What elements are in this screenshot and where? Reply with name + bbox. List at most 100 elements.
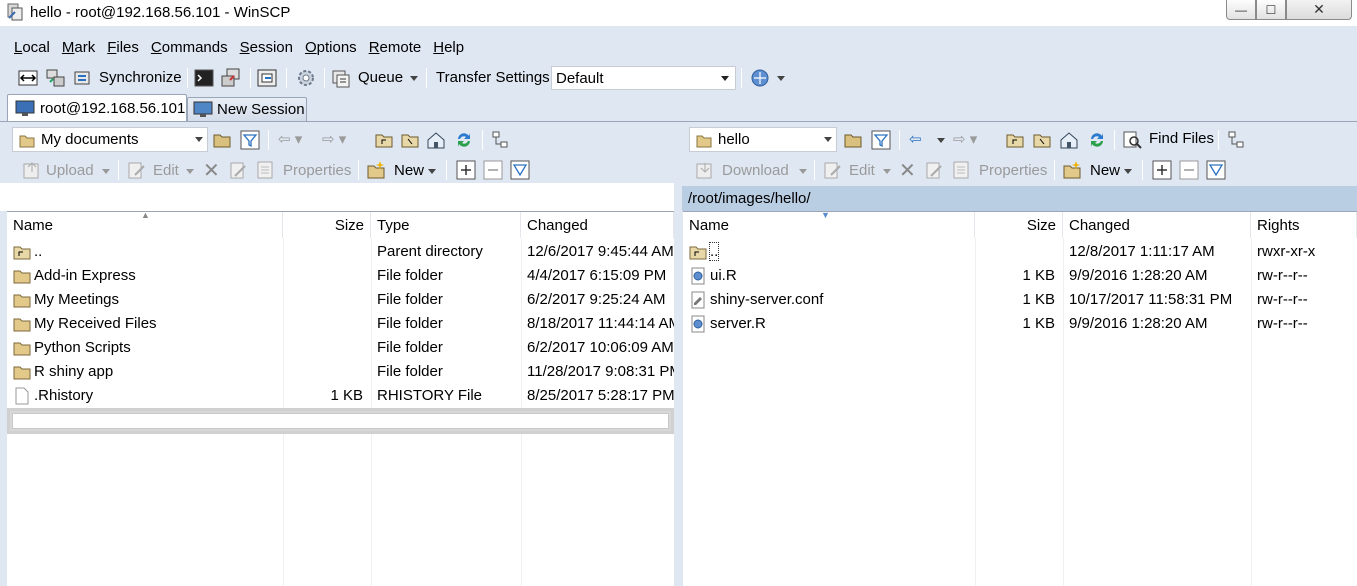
open-folder-icon[interactable] [212,130,232,150]
unselect-files-icon[interactable] [483,160,503,180]
filter-icon[interactable] [240,130,260,150]
table-row[interactable]: ui.R 1 KB 9/9/2016 1:28:20 AM rw-r--r-- [683,264,1357,288]
menu-remote[interactable]: Remote [363,38,428,58]
refresh-icon[interactable] [454,130,474,150]
menu-options[interactable]: Options [299,38,363,58]
queue-dropdown-icon[interactable] [410,76,418,81]
new-dropdown-icon[interactable] [428,169,436,174]
queue-button[interactable]: Queue [358,69,403,86]
synchronize-icon[interactable] [73,68,93,88]
menu-mark[interactable]: Mark [56,38,101,58]
properties-button[interactable]: Properties [979,162,1047,179]
close-button[interactable]: ✕ [1286,0,1352,20]
synchronize-button[interactable]: Synchronize [99,69,182,86]
console-icon[interactable] [194,68,214,88]
edit-dropdown-icon[interactable] [883,169,891,174]
upload-dropdown-icon[interactable] [102,169,110,174]
refresh-icon[interactable] [1087,130,1107,150]
unselect-files-icon[interactable] [1179,160,1199,180]
delete-icon[interactable]: ✕ [899,158,916,183]
local-col-changed[interactable]: Changed [521,212,674,238]
select-files-icon[interactable] [1152,160,1172,180]
transfer-settings-select[interactable]: Default [551,66,736,90]
edit-button[interactable]: Edit [153,162,179,179]
local-file-list[interactable]: Name ▲ Size Type Changed .. Parent direc… [7,211,674,586]
table-row[interactable]: My Meetings File folder 6/2/2017 9:25:24… [7,288,674,312]
home-icon[interactable] [426,130,446,150]
remote-col-changed[interactable]: Changed [1063,212,1251,238]
download-icon[interactable] [695,160,715,180]
edit-button[interactable]: Edit [849,162,875,179]
remote-col-name[interactable]: Name ▼ [683,212,975,238]
back-icon[interactable]: ⇦ [909,130,922,148]
menu-session[interactable]: Session [234,38,299,58]
gear-icon[interactable] [296,68,316,88]
new-button[interactable]: New [394,162,424,179]
filter-icon[interactable] [871,130,891,150]
new-icon[interactable] [1062,160,1082,180]
compare-directories-icon[interactable] [18,68,38,88]
putty-icon[interactable] [221,68,241,88]
edit-icon[interactable] [823,160,843,180]
remote-col-size[interactable]: Size [975,212,1063,238]
rename-icon[interactable] [229,160,249,180]
transfer-options-icon[interactable] [750,68,770,88]
remote-col-rights[interactable]: Rights [1251,212,1357,238]
minimize-button[interactable]: — [1226,0,1256,20]
table-row[interactable]: .. 12/8/2017 1:11:17 AM rwxr-xr-x [683,240,1357,264]
table-row[interactable]: .. Parent directory 12/6/2017 9:45:44 AM [7,240,674,264]
sync-browse-icon[interactable] [46,68,66,88]
menu-files[interactable]: Files [101,38,145,58]
properties-button[interactable]: Properties [283,162,351,179]
tree-icon[interactable] [1227,130,1247,150]
parent-directory-icon[interactable] [1005,130,1025,150]
filter-files-icon[interactable] [1206,160,1226,180]
tree-icon[interactable] [491,130,511,150]
select-files-icon[interactable] [456,160,476,180]
find-files-icon[interactable] [1122,130,1142,150]
table-row[interactable]: R shiny app File folder 11/28/2017 9:08:… [7,360,674,384]
upload-button[interactable]: Upload [46,162,94,179]
maximize-button[interactable]: ☐ [1256,0,1286,20]
local-col-type[interactable]: Type [371,212,521,238]
edit-dropdown-icon[interactable] [186,169,194,174]
open-folder-icon[interactable] [843,130,863,150]
find-files-button[interactable]: Find Files [1149,130,1214,147]
transfer-options-dropdown-icon[interactable] [777,76,785,81]
back-icon[interactable]: ⇦ ▾ [278,130,302,148]
properties-icon[interactable] [256,160,276,180]
panel-splitter[interactable] [674,183,683,586]
menu-commands[interactable]: Commands [145,38,234,58]
parent-directory-icon[interactable] [374,130,394,150]
back-dropdown-icon[interactable] [937,138,945,143]
menu-local[interactable]: Local [8,38,56,58]
table-row[interactable]: .Rhistory 1 KB RHISTORY File 8/25/2017 5… [7,384,674,408]
forward-icon[interactable]: ⇨ ▾ [322,130,346,148]
menu-help[interactable]: Help [427,38,470,58]
download-button[interactable]: Download [722,162,789,179]
horizontal-scrollbar[interactable] [7,408,674,434]
new-dropdown-icon[interactable] [1124,169,1132,174]
scrollbar-track[interactable] [12,413,669,429]
open-directory-icon[interactable] [257,68,277,88]
new-button[interactable]: New [1090,162,1120,179]
table-row[interactable]: server.R 1 KB 9/9/2016 1:28:20 AM rw-r--… [683,312,1357,336]
download-dropdown-icon[interactable] [799,169,807,174]
remote-file-list[interactable]: Name ▼ Size Changed Rights .. 12/8/2017 … [683,211,1357,586]
delete-icon[interactable]: ✕ [203,158,220,183]
table-row[interactable]: shiny-server.conf 1 KB 10/17/2017 11:58:… [683,288,1357,312]
table-row[interactable]: Python Scripts File folder 6/2/2017 10:0… [7,336,674,360]
tab-session[interactable]: root@192.168.56.101 [7,94,187,122]
filter-files-icon[interactable] [510,160,530,180]
tab-new-session[interactable]: New Session [187,97,307,122]
root-directory-icon[interactable] [1032,130,1052,150]
new-icon[interactable] [366,160,386,180]
local-path-select[interactable]: My documents [12,127,208,152]
root-directory-icon[interactable] [400,130,420,150]
remote-path-select[interactable]: hello [689,127,837,152]
table-row[interactable]: Add-in Express File folder 4/4/2017 6:15… [7,264,674,288]
rename-icon[interactable] [925,160,945,180]
forward-icon[interactable]: ⇨ ▾ [953,130,977,148]
local-col-name[interactable]: Name ▲ [7,212,283,238]
properties-icon[interactable] [952,160,972,180]
